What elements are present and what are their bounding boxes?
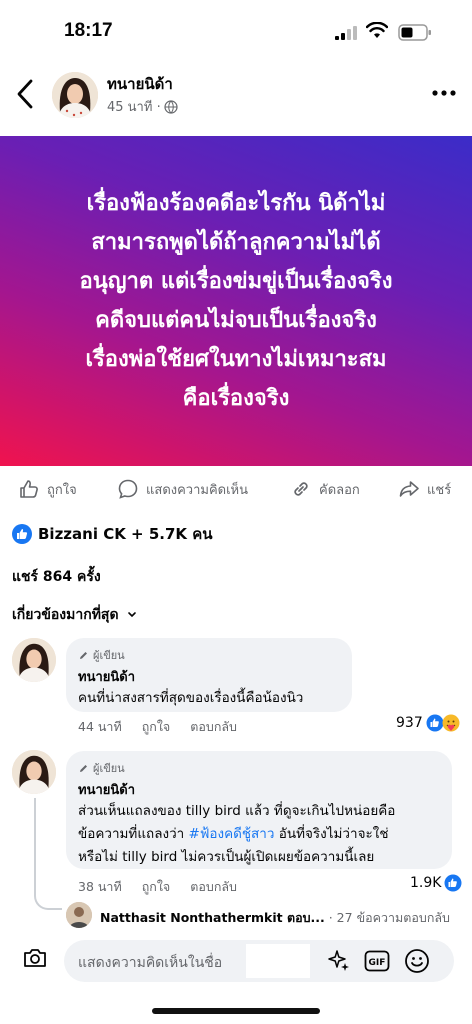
care-reaction-icon bbox=[442, 714, 460, 732]
comment-text: คนที่น่าสงสารที่สุดของเรื่องนี้คือน้องนิ… bbox=[78, 690, 304, 706]
author-tag: ผู้เขียน bbox=[78, 759, 440, 777]
wifi-icon bbox=[366, 22, 388, 38]
like-reaction-icon bbox=[12, 524, 32, 544]
comment-text-segment: อันที่จริงไม่ว่าจะใช่ bbox=[274, 826, 389, 842]
sparkle-icon[interactable] bbox=[326, 948, 352, 974]
comment-avatar[interactable] bbox=[12, 638, 56, 682]
share-count[interactable]: แชร์ 864 ครั้ง bbox=[12, 566, 101, 588]
post-banner: เรื่องฟ้องร้องคดีอะไรกัน นิด้าไม่ สามารถ… bbox=[0, 136, 472, 466]
author-tag: ผู้เขียน bbox=[78, 646, 340, 664]
share-icon bbox=[399, 481, 419, 497]
comment-reaction-count[interactable]: 937 bbox=[396, 714, 460, 732]
comment-like-button[interactable]: ถูกใจ bbox=[142, 877, 171, 897]
author-avatar[interactable] bbox=[52, 72, 98, 118]
comment-button[interactable]: แสดงความคิดเห็น bbox=[117, 478, 248, 500]
reply-avatar[interactable] bbox=[66, 902, 92, 928]
post-text-line: คดีจบแต่คนไม่จบเป็นเรื่องจริง bbox=[95, 308, 377, 333]
reaction-count: 1.9K bbox=[410, 875, 442, 891]
comment-text: ส่วนเห็นแถลงของ tilly bird แล้ว ที่ดูจะเ… bbox=[78, 800, 440, 869]
camera-icon[interactable] bbox=[22, 946, 48, 970]
comment-sort[interactable]: เกี่ยวข้องมากที่สุด bbox=[12, 604, 137, 626]
share-button[interactable]: แชร์ bbox=[398, 478, 451, 500]
author-name[interactable]: ทนายนิด้า bbox=[107, 72, 173, 96]
action-bar: ถูกใจ แสดงความคิดเห็น คัดลอก แชร์ bbox=[0, 470, 472, 508]
post-header: ทนายนิด้า 45 นาที · bbox=[0, 62, 472, 132]
like-label: ถูกใจ bbox=[47, 482, 77, 498]
svg-text:GIF: GIF bbox=[369, 958, 386, 968]
comment-meta: 38 นาที ถูกใจ ตอบกลับ bbox=[78, 877, 237, 897]
reply-author: Natthasit Nonthathermkit ตอบ... bbox=[100, 910, 325, 925]
post-text-line: อนุญาต แต่เรื่องข่มขู่เป็นเรื่องจริง bbox=[79, 269, 393, 294]
comment-meta: 44 นาที ถูกใจ ตอบกลับ bbox=[78, 717, 237, 737]
comment-author[interactable]: ทนายนิด้า bbox=[78, 779, 440, 800]
reactions-text: Bizzani CK + 5.7K คน bbox=[38, 525, 213, 543]
comment-bubble[interactable]: ผู้เขียน ทนายนิด้า คนที่น่าสงสารที่สุดขอ… bbox=[66, 638, 352, 712]
like-button[interactable]: ถูกใจ bbox=[18, 478, 77, 500]
post-text-line: เรื่องฟ้องร้องคดีอะไรกัน นิด้าไม่ bbox=[86, 191, 386, 216]
copy-button[interactable]: คัดลอก bbox=[290, 478, 360, 500]
comment-avatar[interactable] bbox=[12, 750, 56, 794]
status-bar: 18:17 bbox=[0, 0, 472, 62]
more-icon[interactable] bbox=[430, 88, 458, 98]
comment-bubble[interactable]: ผู้เขียน ทนายนิด้า ส่วนเห็นแถลงของ tilly… bbox=[66, 751, 452, 869]
post-text: เรื่องฟ้องร้องคดีอะไรกัน นิด้าไม่ สามารถ… bbox=[80, 184, 393, 418]
pen-icon bbox=[80, 651, 87, 659]
emoji-icon[interactable] bbox=[404, 948, 430, 974]
globe-icon bbox=[164, 99, 178, 114]
reaction-count: 937 bbox=[396, 715, 423, 731]
comment-reply-button[interactable]: ตอบกลับ bbox=[190, 717, 237, 737]
comment-composer: แสดงความคิดเห็นในชื่อ GIF bbox=[0, 936, 472, 986]
gif-icon[interactable]: GIF bbox=[364, 950, 390, 972]
home-indicator bbox=[152, 1008, 320, 1014]
author-tag-label: ผู้เขียน bbox=[93, 649, 125, 662]
copy-label: คัดลอก bbox=[319, 482, 360, 498]
pen-icon bbox=[80, 764, 87, 772]
comment-placeholder: แสดงความคิดเห็นในชื่อ bbox=[78, 955, 223, 971]
post-time: 45 นาที · bbox=[107, 100, 161, 115]
reply-preview[interactable]: Natthasit Nonthathermkit ตอบ... · 27 ข้อ… bbox=[100, 908, 450, 928]
comment-author[interactable]: ทนายนิด้า bbox=[78, 666, 340, 687]
thread-line bbox=[34, 798, 62, 910]
comment-text-line: ข้อความที่แถลงว่า #ฟ้องคดีชู้สาว อันที่จ… bbox=[78, 823, 440, 846]
signal-icon bbox=[335, 26, 357, 40]
post-text-line: เรื่องพ่อใช้ยศในทางไม่เหมาะสม bbox=[85, 347, 387, 372]
author-tag-label: ผู้เขียน bbox=[93, 762, 125, 775]
comment-icon bbox=[118, 479, 138, 499]
status-time: 18:17 bbox=[64, 20, 113, 41]
redacted-area bbox=[246, 944, 310, 978]
share-label: แชร์ bbox=[427, 482, 452, 498]
battery-icon bbox=[398, 24, 431, 41]
post-meta: 45 นาที · bbox=[107, 96, 178, 117]
chevron-down-icon bbox=[127, 612, 136, 618]
comment-like-button[interactable]: ถูกใจ bbox=[142, 717, 171, 737]
reactions-summary[interactable]: Bizzani CK + 5.7K คน bbox=[12, 522, 213, 546]
like-reaction-icon bbox=[444, 874, 462, 892]
post-text-line: คือเรื่องจริง bbox=[182, 386, 290, 411]
comment-time: 38 นาที bbox=[78, 879, 122, 894]
copy-icon bbox=[294, 482, 308, 496]
comment-reply-button[interactable]: ตอบกลับ bbox=[190, 877, 237, 897]
sort-label: เกี่ยวข้องมากที่สุด bbox=[12, 607, 119, 623]
comment-label: แสดงความคิดเห็น bbox=[146, 482, 249, 498]
back-icon[interactable] bbox=[12, 77, 40, 111]
comment-text-segment: ข้อความที่แถลงว่า bbox=[78, 826, 189, 842]
comment-reaction-count[interactable]: 1.9K bbox=[410, 874, 462, 892]
comment-time: 44 นาที bbox=[78, 719, 122, 734]
like-icon bbox=[20, 480, 38, 498]
comment-text-line: หรือไม่ tilly bird ไม่ควรเป็นผู้เปิดเผยข… bbox=[78, 849, 375, 865]
comment-text-line: ส่วนเห็นแถลงของ tilly bird แล้ว ที่ดูจะเ… bbox=[78, 803, 396, 819]
post-text-line: สามารถพูดได้ถ้าลูกความไม่ได้ bbox=[91, 230, 381, 255]
hashtag-link[interactable]: #ฟ้องคดีชู้สาว bbox=[189, 826, 275, 842]
comment-input[interactable]: แสดงความคิดเห็นในชื่อ GIF bbox=[64, 940, 454, 982]
reply-count: · 27 ข้อความตอบกลับ bbox=[324, 910, 450, 925]
